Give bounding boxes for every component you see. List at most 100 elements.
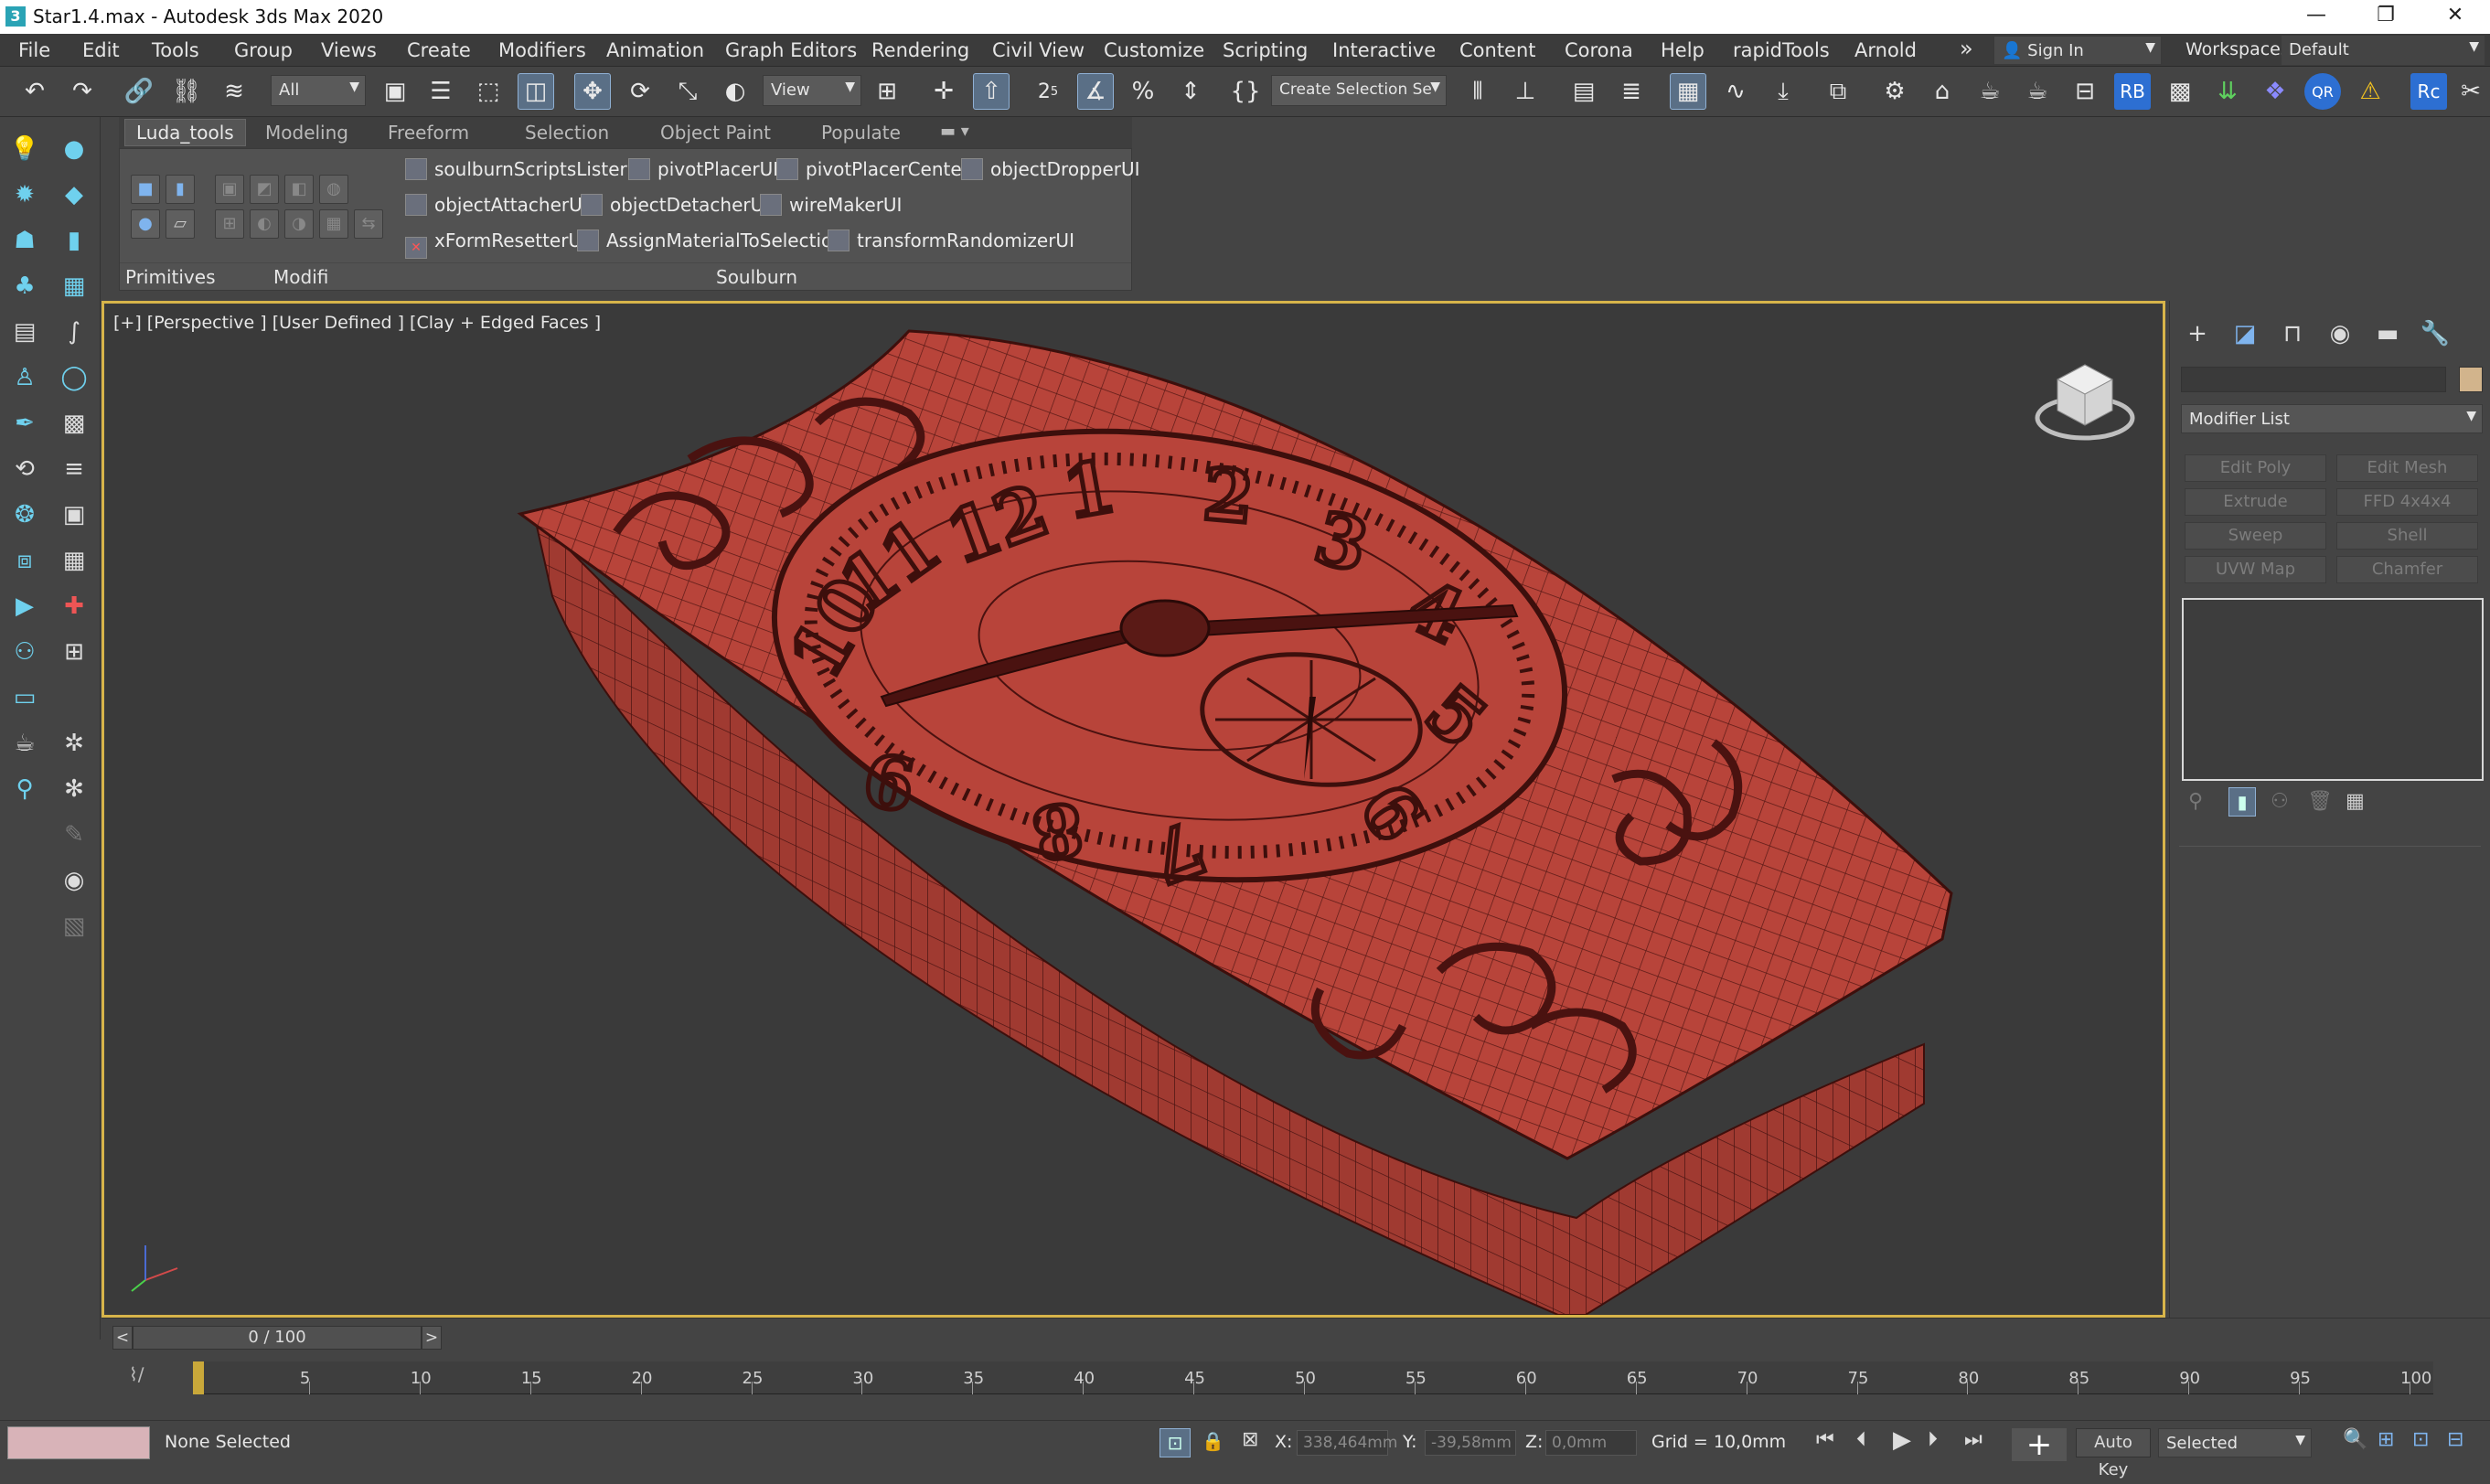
menu-arnold[interactable]: Arnold: [1854, 39, 1917, 61]
manipulate-icon[interactable]: ✛: [925, 73, 962, 110]
script-wire-maker[interactable]: wireMakerUI: [760, 194, 902, 216]
hierarchy-icon[interactable]: ⊞: [57, 635, 91, 669]
timeline-track[interactable]: ⌇∕ 5 10 15 20 25 30 35 40 45 50 55 60 65 70 75 80 85 90 95…: [102, 1354, 2490, 1420]
warning-icon[interactable]: ⚠: [2352, 73, 2388, 110]
key-filter-dropdown[interactable]: Selected ▼: [2158, 1428, 2312, 1457]
brush-icon[interactable]: ✎: [57, 817, 91, 852]
grid-icon[interactable]: ▦: [57, 269, 91, 304]
x-coordinate-field[interactable]: 338,464mm: [1297, 1430, 1397, 1456]
rotate-object-icon[interactable]: ⟲: [7, 452, 42, 486]
zoom-icon[interactable]: 🔍: [2343, 1428, 2367, 1451]
group-icon[interactable]: ⚇: [7, 635, 42, 669]
zoom-extents-icon[interactable]: ⊡: [2412, 1428, 2429, 1451]
percent-snap-icon[interactable]: %: [1125, 73, 1161, 110]
gizmo-icon[interactable]: ✲: [57, 726, 91, 761]
render-setup-icon[interactable]: ⚙: [1876, 73, 1913, 110]
lamp-icon[interactable]: ⚲: [7, 772, 42, 806]
scene-explorer-icon[interactable]: ▤: [1566, 73, 1602, 110]
app-icon[interactable]: 3: [5, 6, 26, 27]
isolate-selection-icon[interactable]: ⊡: [1160, 1428, 1191, 1457]
window-crossing-icon[interactable]: ◫: [518, 73, 554, 110]
prev-frame-button[interactable]: <: [112, 1326, 133, 1350]
lock-icon[interactable]: 🔒: [1202, 1430, 1224, 1452]
menu-modifiers[interactable]: Modifiers: [498, 39, 586, 61]
tab-modeling[interactable]: Modeling: [265, 122, 348, 144]
cylinder-primitive-icon[interactable]: ▮: [166, 175, 195, 204]
menu-graph-editors[interactable]: Graph Editors: [725, 39, 857, 61]
script-transform-randomizer[interactable]: transformRandomizerUI: [828, 230, 1074, 251]
select-object-icon[interactable]: ▣: [377, 73, 413, 110]
script-pivot-placer[interactable]: pivotPlacerUI: [628, 158, 778, 180]
ffd-button[interactable]: FFD 4x4x4: [2336, 488, 2478, 516]
curve-editor-icon[interactable]: ∿: [1717, 73, 1754, 110]
list-icon[interactable]: ▤: [7, 315, 42, 349]
select-and-place-icon[interactable]: ◐: [717, 73, 753, 110]
ribbon-toggle-icon[interactable]: ▦: [1670, 73, 1706, 110]
checker-icon[interactable]: ▩: [2162, 73, 2198, 110]
create-tab-icon[interactable]: +: [2179, 317, 2216, 350]
menu-file[interactable]: File: [18, 39, 50, 61]
script-xform-resetter[interactable]: ✕ xFormResetterUI: [405, 230, 587, 259]
mirror-icon[interactable]: ⫴: [1459, 73, 1496, 110]
pivot-center-icon[interactable]: ⊞: [869, 73, 905, 110]
edit-poly-button[interactable]: Edit Poly: [2185, 454, 2326, 482]
display-tab-icon[interactable]: ▬: [2369, 317, 2406, 350]
light-bulb-icon[interactable]: 💡: [7, 132, 42, 166]
layer-explorer-icon[interactable]: ≣: [1613, 73, 1650, 110]
align-object-icon[interactable]: ⧈: [7, 543, 42, 578]
menu-interactive[interactable]: Interactive: [1332, 39, 1436, 61]
viewcube[interactable]: [2035, 354, 2135, 454]
modifier-h-icon[interactable]: ▦: [319, 209, 348, 239]
next-key-icon[interactable]: ⏵: [1928, 1428, 1938, 1451]
show-end-result-icon[interactable]: ▮: [2228, 787, 2256, 817]
named-selection-dropdown[interactable]: Create Selection Se ▼: [1271, 75, 1447, 106]
viewport-icon[interactable]: ▭: [7, 680, 42, 715]
script-object-dropper[interactable]: objectDropperUI: [961, 158, 1140, 180]
modifier-c-icon[interactable]: ◧: [284, 175, 314, 204]
script-object-attacher[interactable]: objectAttacherUI: [405, 194, 588, 216]
reference-coordinate-dropdown[interactable]: View ▼: [763, 75, 861, 106]
chamfer-button[interactable]: Chamfer: [2336, 556, 2478, 583]
play-icon[interactable]: ▶: [1893, 1426, 1911, 1454]
pattern-icon[interactable]: ❖: [2257, 73, 2293, 110]
texture-c-icon[interactable]: ▣: [57, 497, 91, 532]
restore-button[interactable]: ❐: [2351, 0, 2421, 34]
modifier-f-icon[interactable]: ◐: [250, 209, 279, 239]
render-view-icon[interactable]: ▶: [7, 589, 42, 624]
z-coordinate-field[interactable]: 0,0mm: [1545, 1430, 1637, 1456]
uvw-map-button[interactable]: UVW Map: [2185, 556, 2326, 583]
modifier-stack[interactable]: [2182, 598, 2484, 781]
object-name-field[interactable]: [2181, 367, 2446, 392]
menu-corona[interactable]: Corona: [1565, 39, 1633, 61]
schematic-view-icon[interactable]: ⤓: [1765, 73, 1801, 110]
set-key-icon[interactable]: +: [2012, 1428, 2067, 1461]
figure-icon[interactable]: ♙: [7, 360, 42, 395]
keyboard-shortcut-override-icon[interactable]: ⇧: [973, 73, 1010, 110]
menu-overflow-icon[interactable]: »: [1960, 36, 1973, 61]
menu-views[interactable]: Views: [321, 39, 377, 61]
noise-map-icon[interactable]: ▦: [57, 543, 91, 578]
remove-modifier-icon[interactable]: 🗑: [2307, 790, 2333, 813]
link-icon[interactable]: 🔗: [121, 73, 157, 110]
menu-civil-view[interactable]: Civil View: [992, 39, 1085, 61]
absolute-mode-icon[interactable]: ⊠: [1242, 1428, 1258, 1451]
box-icon[interactable]: ◆: [57, 177, 91, 212]
tools-overflow-icon[interactable]: ✂: [2454, 73, 2487, 110]
script-assign-material[interactable]: AssignMaterialToSelection: [577, 230, 844, 251]
tab-luda-tools[interactable]: Luda_tools: [124, 119, 246, 146]
circle-shape-icon[interactable]: ◯: [57, 360, 91, 395]
modifier-b-icon[interactable]: ◩: [250, 175, 279, 204]
modifier-d-icon[interactable]: ◍: [319, 175, 348, 204]
workspaces-dropdown[interactable]: Default ▼: [2282, 36, 2485, 65]
clock-box-model[interactable]: 12 1 2 3 4 5 6 7 8 9 10 11: [517, 329, 1953, 1315]
align-icon[interactable]: ⊥: [1507, 73, 1544, 110]
plane-primitive-icon[interactable]: ▱: [166, 209, 195, 239]
script-soulburn-lister[interactable]: soulburnScriptsListerUI: [405, 158, 646, 180]
rb-button[interactable]: RB: [2114, 73, 2151, 110]
menu-content[interactable]: Content: [1459, 39, 1536, 61]
people-icon[interactable]: ☗: [7, 223, 42, 258]
panel-divider[interactable]: [2179, 846, 2481, 847]
pen-tool-icon[interactable]: ✒: [7, 406, 42, 441]
bind-space-warp-icon[interactable]: ≋: [216, 73, 252, 110]
angle-snap-icon[interactable]: ∡: [1077, 73, 1114, 110]
